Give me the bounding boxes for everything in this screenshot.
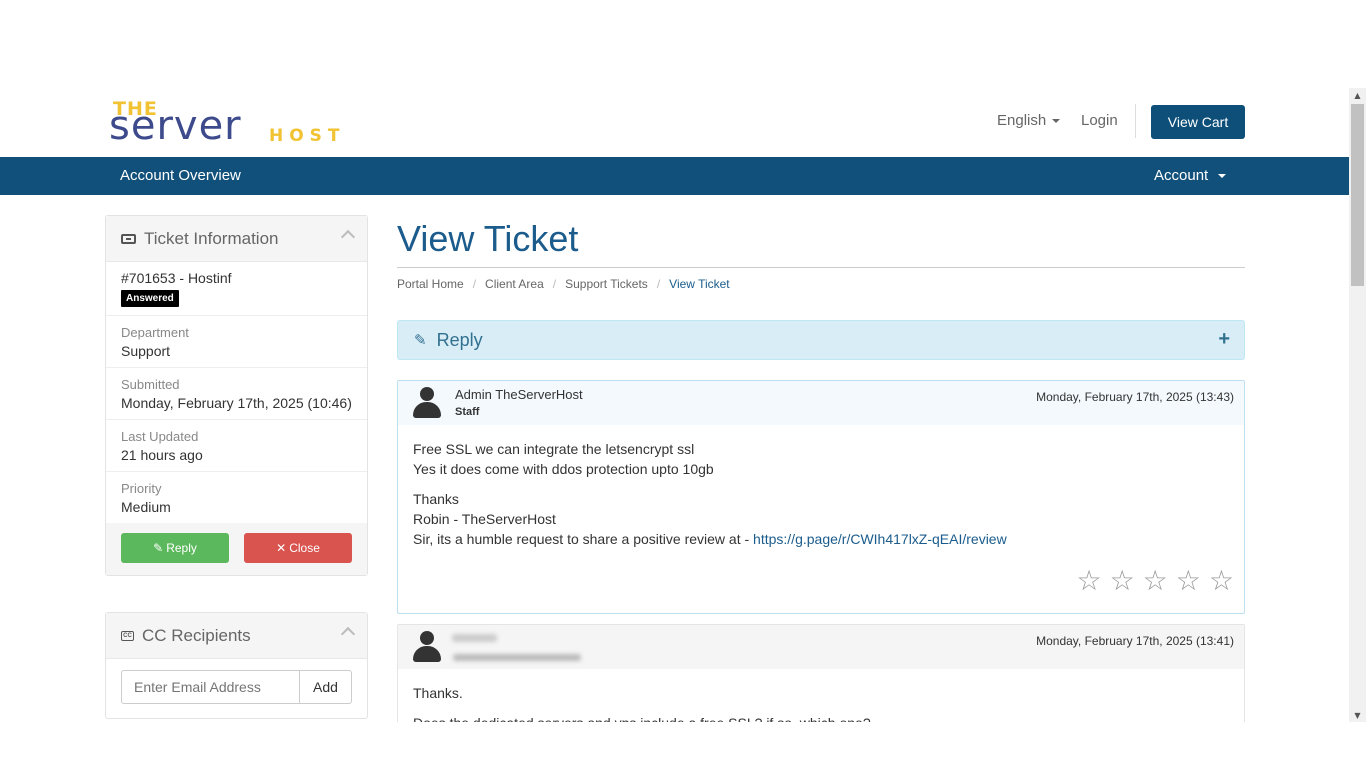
- caret-down-icon: [1052, 118, 1061, 123]
- submitted-value: Monday, February 17th, 2025 (10:46): [121, 395, 352, 411]
- review-request-text: Sir, its a humble request to share a pos…: [413, 531, 754, 547]
- last-updated-value: 21 hours ago: [121, 447, 203, 463]
- scroll-up-arrow-icon[interactable]: ▲: [1349, 88, 1366, 102]
- pencil-icon: ✎: [153, 541, 164, 555]
- close-ticket-button[interactable]: ✕ Close: [244, 533, 352, 563]
- message-role: Staff: [455, 406, 480, 418]
- redacted-email: [453, 654, 581, 661]
- vertical-scrollbar[interactable]: ▲ ▼: [1349, 88, 1366, 722]
- page-title: View Ticket: [397, 218, 579, 259]
- panel-title: CC Recipients: [142, 625, 251, 645]
- priority-value: Medium: [121, 499, 171, 515]
- message-body: Thanks. Does the dedicated servers and v…: [398, 669, 1244, 722]
- ticket-information-header[interactable]: Ticket Information: [106, 216, 367, 262]
- plus-icon[interactable]: +: [1218, 328, 1230, 351]
- close-icon: ✕: [276, 541, 287, 555]
- pencil-icon: ✎: [414, 331, 427, 349]
- message-poster: Admin TheServerHost: [455, 387, 583, 402]
- message-line: Thanks: [413, 491, 459, 507]
- last-updated-row: Last Updated 21 hours ago: [106, 420, 367, 472]
- reply-panel-label: Reply: [436, 329, 483, 350]
- star-icon[interactable]: ☆: [1076, 567, 1101, 595]
- header-divider: [1135, 104, 1136, 138]
- nav-account-label: Account: [1154, 167, 1209, 184]
- message-header: Monday, February 17th, 2025 (13:41): [398, 625, 1244, 669]
- title-divider: [397, 267, 1245, 268]
- department-row: Department Support: [106, 316, 367, 368]
- user-avatar-icon: [413, 387, 441, 419]
- cc-recipients-header[interactable]: CC CC Recipients: [106, 613, 367, 659]
- ticket-message-staff: Admin TheServerHost Staff Monday, Februa…: [397, 380, 1245, 614]
- breadcrumb-portal-home[interactable]: Portal Home: [397, 277, 464, 291]
- logo-host: HOST: [269, 126, 346, 146]
- user-avatar-icon: [413, 631, 441, 663]
- caret-down-icon: [1218, 173, 1227, 178]
- message-line: Robin - TheServerHost: [413, 511, 556, 527]
- reply-panel-toggle[interactable]: ✎ Reply +: [397, 320, 1245, 360]
- language-label: English: [997, 112, 1047, 129]
- ticket-message-client: Monday, February 17th, 2025 (13:41) Than…: [397, 624, 1245, 722]
- main-navbar: Account Overview Account: [0, 157, 1349, 195]
- logo-server: server: [109, 103, 242, 149]
- cc-icon: CC: [121, 630, 134, 641]
- cc-recipients-panel: CC CC Recipients Add: [105, 612, 368, 719]
- redacted-name: [452, 634, 497, 642]
- rating-stars: ☆ ☆ ☆ ☆ ☆: [1076, 567, 1234, 595]
- star-icon[interactable]: ☆: [1143, 567, 1168, 595]
- cc-form: Add: [106, 659, 367, 718]
- breadcrumb-view-ticket: View Ticket: [669, 277, 730, 291]
- status-badge: Answered: [121, 290, 179, 307]
- close-button-label: Close: [289, 541, 320, 555]
- last-updated-label: Last Updated: [121, 429, 199, 444]
- message-line: Thanks.: [413, 685, 463, 701]
- chevron-up-icon[interactable]: [340, 626, 356, 642]
- message-date: Monday, February 17th, 2025 (13:41): [1036, 634, 1234, 648]
- message-line: Free SSL we can integrate the letsencryp…: [413, 441, 695, 457]
- reply-button-label: Reply: [166, 541, 197, 555]
- message-date: Monday, February 17th, 2025 (13:43): [1036, 390, 1234, 404]
- ticket-id: #701653 - Hostinf: [121, 270, 232, 286]
- department-value: Support: [121, 343, 171, 359]
- nav-account-overview[interactable]: Account Overview: [120, 167, 241, 184]
- breadcrumb-client-area[interactable]: Client Area: [485, 277, 544, 291]
- chevron-up-icon[interactable]: [340, 229, 356, 245]
- login-link[interactable]: Login: [1081, 112, 1118, 129]
- cc-add-button[interactable]: Add: [300, 670, 352, 704]
- breadcrumb-separator: /: [472, 277, 477, 291]
- review-link[interactable]: https://g.page/r/CWIh417lxZ-qEAI/review: [753, 531, 1007, 547]
- ticket-actions: ✎ Reply ✕ Close: [106, 523, 367, 575]
- site-header: THE server HOST English Login View Cart: [0, 88, 1349, 157]
- breadcrumb-support-tickets[interactable]: Support Tickets: [565, 277, 648, 291]
- message-body: Free SSL we can integrate the letsencryp…: [398, 425, 1244, 549]
- breadcrumb-separator: /: [552, 277, 557, 291]
- browser-viewport: THE server HOST English Login View Cart …: [0, 88, 1349, 722]
- ticket-information-panel: Ticket Information #701653 - Hostinf Ans…: [105, 215, 368, 576]
- message-line: Does the dedicated servers and vps inclu…: [413, 713, 1229, 722]
- star-icon[interactable]: ☆: [1209, 567, 1234, 595]
- ticket-id-row: #701653 - Hostinf Answered: [106, 262, 367, 316]
- breadcrumb: Portal Home / Client Area / Support Tick…: [397, 277, 730, 291]
- scrollbar-thumb[interactable]: [1351, 104, 1364, 286]
- site-logo[interactable]: THE server HOST: [109, 98, 371, 149]
- priority-row: Priority Medium: [106, 472, 367, 523]
- scroll-down-arrow-icon[interactable]: ▼: [1349, 708, 1366, 722]
- cc-email-input[interactable]: [121, 670, 300, 704]
- reply-button[interactable]: ✎ Reply: [121, 533, 229, 563]
- submitted-row: Submitted Monday, February 17th, 2025 (1…: [106, 368, 367, 420]
- language-dropdown[interactable]: English: [997, 112, 1061, 129]
- ticket-icon: [121, 233, 136, 244]
- panel-title: Ticket Information: [144, 228, 279, 248]
- nav-account-dropdown[interactable]: Account: [1154, 167, 1227, 184]
- star-icon[interactable]: ☆: [1110, 567, 1135, 595]
- department-label: Department: [121, 325, 189, 340]
- view-cart-button[interactable]: View Cart: [1151, 105, 1245, 139]
- priority-label: Priority: [121, 481, 162, 496]
- message-line: Yes it does come with ddos protection up…: [413, 461, 714, 477]
- message-header: Admin TheServerHost Staff Monday, Februa…: [398, 381, 1244, 425]
- submitted-label: Submitted: [121, 377, 180, 392]
- breadcrumb-separator: /: [656, 277, 661, 291]
- star-icon[interactable]: ☆: [1176, 567, 1201, 595]
